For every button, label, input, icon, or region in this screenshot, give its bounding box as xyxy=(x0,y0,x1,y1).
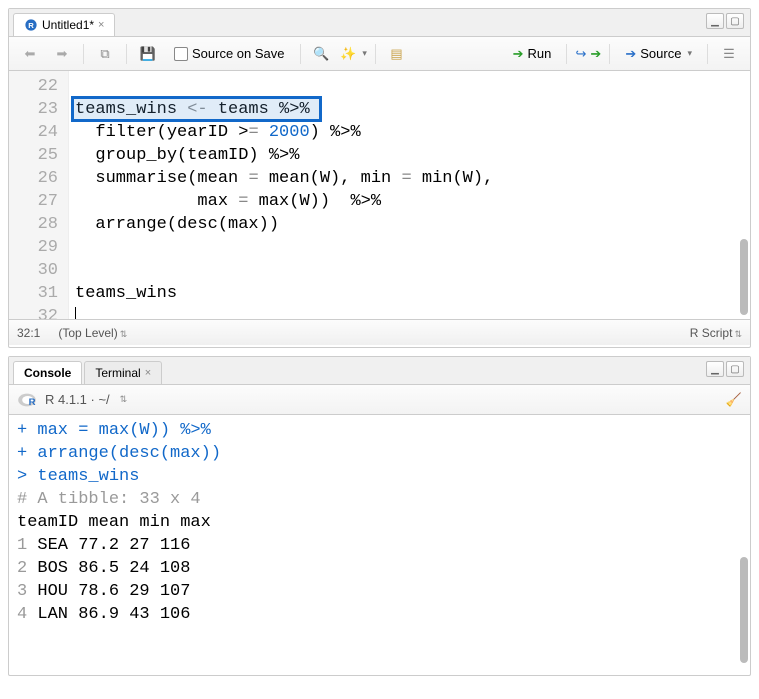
wand-icon: ✨ xyxy=(340,46,356,62)
source-icon: ➔ xyxy=(625,46,636,62)
console-header: R R 4.1.1 · ~/ ⇅ 🧹 xyxy=(9,385,750,415)
close-icon[interactable]: × xyxy=(98,19,104,31)
line-gutter: 22 23 24 25 26 27 28 29 30 31 32 xyxy=(9,71,69,319)
code-area[interactable]: teams_wins <- teams %>% filter(yearID >=… xyxy=(69,71,750,319)
run-label: Run xyxy=(528,46,552,61)
minimize-pane-button[interactable]: ▁ xyxy=(706,361,724,377)
editor-statusbar: 32:1 (Top Level)⇅ R Script⇅ xyxy=(9,319,750,345)
compile-report-button[interactable]: ▤ xyxy=(384,42,410,66)
source-on-save-label: Source on Save xyxy=(192,46,285,61)
arrow-right-icon: ➡ xyxy=(57,46,68,62)
console-session-label: R 4.1.1 · ~/ xyxy=(45,392,110,407)
console-scrollbar-thumb[interactable] xyxy=(740,557,748,663)
search-icon: 🔍 xyxy=(313,46,329,62)
minimize-pane-button[interactable]: ▁ xyxy=(706,13,724,29)
pane-corner-buttons: ▁ ▢ xyxy=(706,13,744,29)
back-button[interactable]: ⬅ xyxy=(17,42,43,66)
checkbox-icon xyxy=(174,47,188,61)
outline-button[interactable]: ☰ xyxy=(716,42,742,66)
source-on-save-toggle[interactable]: Source on Save xyxy=(167,42,292,65)
rerun-button[interactable]: ↪➔ xyxy=(575,42,601,66)
pane-corner-buttons: ▁ ▢ xyxy=(706,361,744,377)
outline-icon: ☰ xyxy=(723,46,735,62)
svg-text:R: R xyxy=(29,396,36,407)
terminal-tab[interactable]: Terminal × xyxy=(84,361,162,384)
popout-icon: ⧉ xyxy=(100,46,109,62)
close-icon[interactable]: × xyxy=(145,367,151,379)
editor-tab-title: Untitled1* xyxy=(42,18,94,32)
code-editor[interactable]: 22 23 24 25 26 27 28 29 30 31 32 teams_w… xyxy=(9,71,750,319)
clear-console-button[interactable]: 🧹 xyxy=(726,392,742,408)
editor-toolbar: ⬅ ➡ ⧉ 💾 Source on Save 🔍 ✨▾ ▤ ➔ Run ↪➔ ➔… xyxy=(9,37,750,71)
run-button[interactable]: ➔ Run xyxy=(506,42,559,66)
source-button[interactable]: ➔ Source ▾ xyxy=(618,42,699,66)
find-button[interactable]: 🔍 xyxy=(309,42,335,66)
r-file-icon: R xyxy=(24,18,38,32)
filetype-selector[interactable]: R Script⇅ xyxy=(690,326,742,340)
svg-text:R: R xyxy=(28,21,34,30)
rerun-icon-2: ➔ xyxy=(590,46,601,62)
maximize-pane-button[interactable]: ▢ xyxy=(726,13,744,29)
save-button[interactable]: 💾 xyxy=(135,42,161,66)
session-switcher-icon[interactable]: ⇅ xyxy=(120,394,128,405)
console-tab-label: Console xyxy=(24,366,71,380)
editor-tabbar: R Untitled1* × ▁ ▢ xyxy=(9,9,750,37)
console-output[interactable]: + max = max(W)) %>%+ arrange(desc(max))>… xyxy=(9,415,750,669)
rerun-icon: ↪ xyxy=(575,46,586,62)
save-icon: 💾 xyxy=(140,46,156,62)
source-label: Source xyxy=(640,46,681,61)
source-editor-pane: R Untitled1* × ▁ ▢ ⬅ ➡ ⧉ 💾 Source on Sav… xyxy=(8,8,751,348)
arrow-left-icon: ⬅ xyxy=(25,46,36,62)
console-tabbar: Console Terminal × ▁ ▢ xyxy=(9,357,750,385)
run-icon: ➔ xyxy=(513,46,524,62)
highlight-box xyxy=(71,96,322,122)
show-in-new-window-button[interactable]: ⧉ xyxy=(92,42,118,66)
editor-scrollbar-thumb[interactable] xyxy=(740,239,748,315)
maximize-pane-button[interactable]: ▢ xyxy=(726,361,744,377)
notebook-icon: ▤ xyxy=(390,46,402,62)
cursor-position: 32:1 xyxy=(17,326,40,340)
terminal-tab-label: Terminal xyxy=(95,366,140,380)
console-pane: Console Terminal × ▁ ▢ R R 4.1.1 · ~/ ⇅ … xyxy=(8,356,751,676)
r-logo-icon: R xyxy=(17,392,37,408)
code-tools-button[interactable]: ✨▾ xyxy=(341,42,367,66)
console-tab[interactable]: Console xyxy=(13,361,82,384)
editor-tab-untitled[interactable]: R Untitled1* × xyxy=(13,13,115,36)
scope-selector[interactable]: (Top Level)⇅ xyxy=(58,326,127,340)
forward-button[interactable]: ➡ xyxy=(49,42,75,66)
